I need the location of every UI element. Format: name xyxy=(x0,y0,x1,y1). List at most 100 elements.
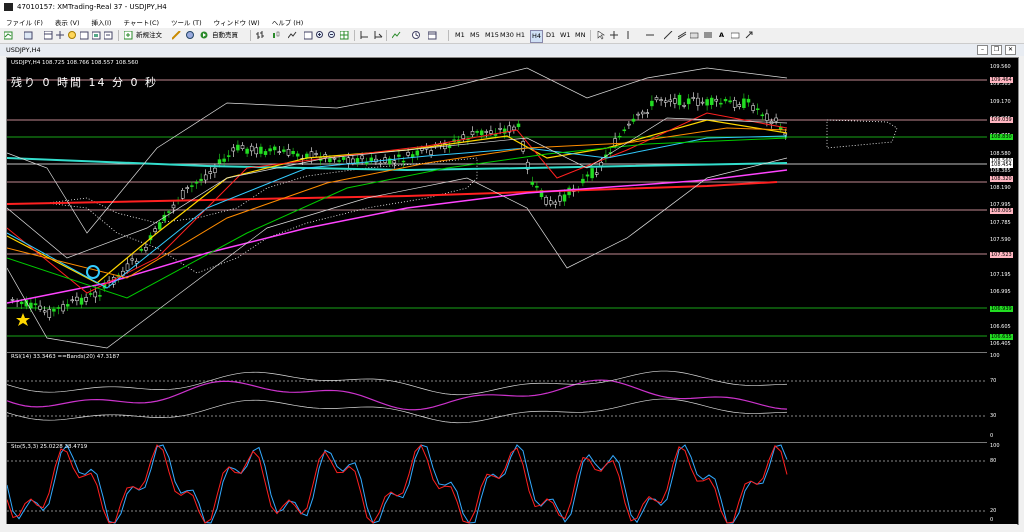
candle-body xyxy=(268,148,272,152)
candle-body xyxy=(337,160,341,162)
chart-tab-usdjpy[interactable]: USDJPY,H4 xyxy=(6,46,41,54)
candle-body xyxy=(10,299,15,301)
arrows-icon[interactable] xyxy=(745,31,754,40)
one-click-icon[interactable] xyxy=(186,31,195,40)
crosshair-icon[interactable] xyxy=(610,31,619,40)
candle-body xyxy=(640,111,645,115)
indicators-icon[interactable] xyxy=(392,31,401,40)
minimize-icon[interactable]: – xyxy=(977,45,988,55)
stochastic-pane[interactable]: Sto(5,3,3) 25.0228 38.4719 xyxy=(6,442,987,525)
menu-chart[interactable]: チャート(C) xyxy=(117,14,165,28)
candle-body xyxy=(185,187,190,189)
candle-body xyxy=(167,211,171,213)
new-order-button[interactable]: 新規注文 xyxy=(136,30,162,41)
horizontal-line-icon[interactable] xyxy=(646,31,655,40)
chart-bottom-scrollbar[interactable] xyxy=(6,524,1017,532)
vertical-line-icon[interactable] xyxy=(624,31,633,40)
templates-icon[interactable] xyxy=(428,31,437,40)
candle-body xyxy=(732,100,737,108)
market-watch-icon[interactable] xyxy=(44,31,53,40)
candle-body xyxy=(314,153,318,155)
candle-body xyxy=(231,147,236,152)
zoom-out-icon[interactable] xyxy=(328,31,337,40)
price-pane[interactable]: USDJPY,H4 108.725 108.766 108.557 108.56… xyxy=(6,58,987,350)
candle-body xyxy=(700,101,705,104)
window-title: 47010157: XMTrading-Real 37 - USDJPY,H4 xyxy=(17,3,167,11)
timeframe-m30[interactable]: M30 xyxy=(500,30,514,41)
close-icon[interactable]: ✕ xyxy=(1005,45,1016,55)
candle-body xyxy=(245,148,249,154)
chart-type-icon[interactable] xyxy=(304,31,313,40)
rsi-pane[interactable]: RSI(14) 33.3463 ==Bands(20) 47.3187 xyxy=(6,352,987,441)
menu-view[interactable]: 表示 (V) xyxy=(49,14,86,28)
bar-chart-icon[interactable] xyxy=(256,31,265,40)
candle-body xyxy=(737,104,742,107)
auto-scroll-icon[interactable] xyxy=(374,31,383,40)
stochastic-tick: 100 xyxy=(990,443,1000,449)
restore-icon[interactable]: ❐ xyxy=(991,45,1002,55)
candle-body xyxy=(696,97,700,106)
tester-icon[interactable] xyxy=(92,31,101,40)
timeframe-mn[interactable]: MN xyxy=(575,30,585,41)
price-level-label: 106.635 xyxy=(990,334,1013,340)
candle-body xyxy=(397,154,401,157)
chart-window[interactable]: USDJPY,H4 108.725 108.766 108.557 108.56… xyxy=(6,57,1019,525)
candle-body xyxy=(208,171,213,174)
trendline-icon[interactable] xyxy=(664,31,673,40)
navigator-icon[interactable] xyxy=(68,31,77,40)
candle-body xyxy=(392,160,397,164)
candle-body xyxy=(728,100,732,103)
price-level-label: 109.039 xyxy=(990,117,1013,123)
chart-shift-icon[interactable] xyxy=(360,31,369,40)
fibo-lines-icon[interactable] xyxy=(704,31,713,40)
toolbar-separator xyxy=(590,30,591,41)
timeframe-h1[interactable]: H1 xyxy=(516,30,525,41)
data-window-icon[interactable] xyxy=(56,31,65,40)
menu-insert[interactable]: 挿入(I) xyxy=(85,14,117,28)
text-label-icon[interactable] xyxy=(731,31,740,40)
candle-body xyxy=(585,174,590,177)
new-chart-icon[interactable] xyxy=(4,31,13,40)
terminal-icon[interactable] xyxy=(80,31,89,40)
timeframe-m15[interactable]: M15 xyxy=(485,30,499,41)
timeframe-w1[interactable]: W1 xyxy=(560,30,571,41)
candlestick-icon[interactable] xyxy=(272,31,281,40)
editor-icon[interactable] xyxy=(104,31,113,40)
timeframe-d1[interactable]: D1 xyxy=(546,30,555,41)
candle-body xyxy=(291,151,295,155)
fibonacci-icon[interactable] xyxy=(690,31,699,40)
candle-body xyxy=(535,185,539,188)
candle-body xyxy=(328,157,332,163)
candle-body xyxy=(484,131,489,133)
menu-window[interactable]: ウィンドウ (W) xyxy=(208,14,266,28)
tile-windows-icon[interactable] xyxy=(340,31,349,40)
menu-file[interactable]: ファイル (F) xyxy=(0,14,49,28)
auto-trade-button[interactable]: 自動売買 xyxy=(212,30,238,41)
candle-body xyxy=(663,100,668,103)
timeframe-h4[interactable]: H4 xyxy=(530,30,544,43)
candle-body xyxy=(369,157,374,162)
auto-trade-icon xyxy=(200,31,208,39)
stochastic-tick: 0 xyxy=(990,517,994,523)
cursor-icon[interactable] xyxy=(597,31,606,40)
timeframe-m5[interactable]: M5 xyxy=(470,30,480,41)
periods-icon[interactable] xyxy=(412,31,421,40)
channel-icon[interactable] xyxy=(678,31,687,40)
price-tick: 107.785 xyxy=(990,219,1011,226)
profiles-icon[interactable] xyxy=(24,31,33,40)
candle-body xyxy=(548,200,553,205)
price-level-label: 108.005 xyxy=(990,208,1013,214)
metaeditor-icon[interactable] xyxy=(172,31,181,40)
price-tick: 106.605 xyxy=(990,323,1011,330)
candle-body xyxy=(222,158,226,162)
candle-body xyxy=(719,102,723,105)
menu-help[interactable]: ヘルプ (H) xyxy=(266,14,310,28)
rsi-band-upper xyxy=(6,370,788,396)
candle-body xyxy=(88,293,93,295)
timeframe-m1[interactable]: M1 xyxy=(455,30,465,41)
zoom-in-icon[interactable] xyxy=(316,31,325,40)
candle-body xyxy=(254,147,259,155)
line-chart-icon[interactable] xyxy=(288,31,297,40)
text-tool-button[interactable]: A xyxy=(719,30,724,41)
menu-tools[interactable]: ツール (T) xyxy=(165,14,208,28)
